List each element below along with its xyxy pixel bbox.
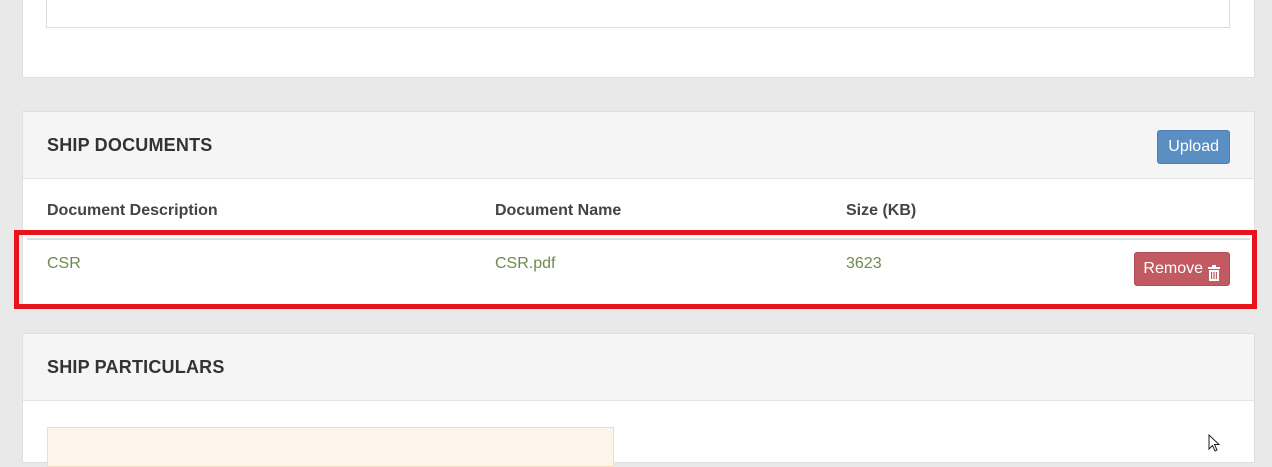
upload-button[interactable]: Upload <box>1157 130 1230 164</box>
document-name-cell: CSR.pdf <box>495 255 556 272</box>
trash-icon <box>1207 261 1221 281</box>
previous-section-panel <box>22 0 1255 78</box>
mouse-pointer-icon <box>1208 433 1222 454</box>
document-size-cell: 3623 <box>846 255 882 272</box>
table-header-divider <box>27 238 1250 240</box>
ship-particulars-heading: SHIP PARTICULARS <box>23 334 1254 401</box>
ship-particulars-title: SHIP PARTICULARS <box>47 357 225 377</box>
column-header-description: Document Description <box>47 202 218 219</box>
ship-particulars-panel: SHIP PARTICULARS <box>22 333 1255 467</box>
table-row: CSR CSR.pdf 3623 Remove <box>23 241 1254 289</box>
ship-documents-panel: SHIP DOCUMENTS Upload Document Descripti… <box>22 111 1255 308</box>
remove-document-button[interactable]: Remove <box>1134 252 1230 286</box>
column-header-name: Document Name <box>495 202 622 219</box>
column-header-size: Size (KB) <box>846 202 917 219</box>
document-description-cell: CSR <box>47 255 81 272</box>
previous-section-content-box <box>46 0 1230 28</box>
ship-documents-heading: SHIP DOCUMENTS Upload <box>23 112 1254 179</box>
remove-button-label: Remove <box>1143 260 1203 277</box>
particulars-notice-box <box>47 427 614 467</box>
ship-documents-title: SHIP DOCUMENTS <box>47 135 213 155</box>
